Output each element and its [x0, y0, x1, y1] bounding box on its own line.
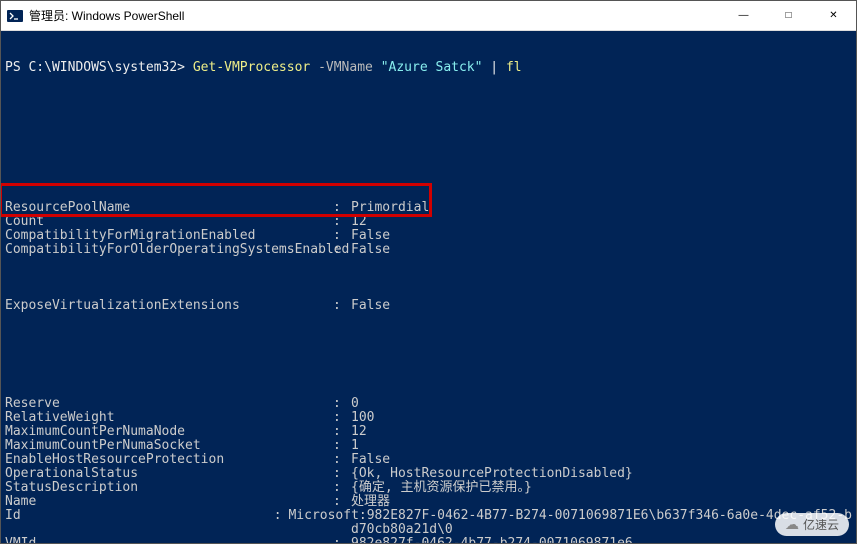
powershell-window: 管理员: Windows PowerShell — □ ✕ PS C:\WIND…: [0, 0, 857, 544]
cloud-icon: ☁: [785, 516, 799, 533]
output-value: {确定, 主机资源保护已禁用。}: [351, 481, 532, 495]
output-key: Name: [5, 495, 333, 509]
output-value: 100: [351, 411, 374, 425]
output-key: RelativeWeight: [5, 411, 333, 425]
output-key: CompatibilityForMigrationEnabled: [5, 229, 333, 243]
output-row: StatusDescription:{确定, 主机资源保护已禁用。}: [5, 481, 852, 495]
output-row: RelativeWeight:100: [5, 411, 852, 425]
close-button[interactable]: ✕: [811, 1, 856, 30]
output-row: d70cb80a21d\0: [5, 523, 852, 537]
output-key: StatusDescription: [5, 481, 333, 495]
output-row: EnableHostResourceProtection:False: [5, 453, 852, 467]
prompt-line-1: PS C:\WINDOWS\system32> Get-VMProcessor …: [5, 61, 852, 75]
window-controls: — □ ✕: [721, 1, 856, 30]
output-row: VMId:982e827f-0462-4b77-b274-0071069871e…: [5, 537, 852, 543]
output-value: 982e827f-0462-4b77-b274-0071069871e6: [351, 537, 633, 543]
output-row: ResourcePoolName:Primordial: [5, 201, 852, 215]
output-row: CompatibilityForMigrationEnabled:False: [5, 229, 852, 243]
output-row: Reserve:0: [5, 397, 852, 411]
output-value: 12: [351, 425, 367, 439]
output-row: Name:处理器: [5, 495, 852, 509]
powershell-icon: [7, 8, 23, 24]
output-value: False: [351, 229, 390, 243]
terminal-area[interactable]: PS C:\WINDOWS\system32> Get-VMProcessor …: [1, 31, 856, 543]
output-key: VMId: [5, 537, 333, 543]
output-row: CompatibilityForOlderOperatingSystemsEna…: [5, 243, 852, 257]
output-value: d70cb80a21d\0: [351, 523, 453, 537]
output-key: ExposeVirtualizationExtensions: [5, 299, 333, 313]
output-key: EnableHostResourceProtection: [5, 453, 333, 467]
output-key: Reserve: [5, 397, 333, 411]
output-value: Primordial: [351, 201, 429, 215]
output-key: OperationalStatus: [5, 467, 333, 481]
cmdlet-name: Get-VMProcessor: [193, 60, 310, 75]
output-key: Count: [5, 215, 333, 229]
output-value: False: [351, 243, 390, 257]
output-row: Id:Microsoft:982E827F-0462-4B77-B274-007…: [5, 509, 852, 523]
output-value: 12: [351, 215, 367, 229]
output-key: MaximumCountPerNumaSocket: [5, 439, 333, 453]
minimize-button[interactable]: —: [721, 1, 766, 30]
output-value: False: [351, 453, 390, 467]
maximize-button[interactable]: □: [766, 1, 811, 30]
output-key: CompatibilityForOlderOperatingSystemsEna…: [5, 243, 333, 257]
output-value: 1: [351, 439, 359, 453]
output-row-highlighted: ExposeVirtualizationExtensions:False: [5, 299, 852, 313]
output-value: False: [351, 299, 390, 313]
param-flag: -VMName: [318, 60, 373, 75]
output-row: Count:12: [5, 215, 852, 229]
output-value: Microsoft:982E827F-0462-4B77-B274-007106…: [288, 509, 852, 523]
pipe-symbol: |: [490, 60, 498, 75]
output-key: ResourcePoolName: [5, 201, 333, 215]
output-row: OperationalStatus:{Ok, HostResourceProte…: [5, 467, 852, 481]
watermark: ☁ 亿速云: [775, 513, 849, 536]
param-value: "Azure Satck": [381, 60, 483, 75]
prompt-path: PS C:\WINDOWS\system32>: [5, 60, 185, 75]
window-title: 管理员: Windows PowerShell: [29, 7, 721, 24]
fl-cmdlet: fl: [506, 60, 522, 75]
output-row: MaximumCountPerNumaNode:12: [5, 425, 852, 439]
output-key: MaximumCountPerNumaNode: [5, 425, 333, 439]
output-key: Id: [5, 509, 274, 523]
output-value: 0: [351, 397, 359, 411]
output-row: MaximumCountPerNumaSocket:1: [5, 439, 852, 453]
titlebar[interactable]: 管理员: Windows PowerShell — □ ✕: [1, 1, 856, 31]
watermark-text: 亿速云: [803, 516, 839, 533]
output-value: 处理器: [351, 495, 390, 509]
output-key: [5, 523, 333, 537]
output-value: {Ok, HostResourceProtectionDisabled}: [351, 467, 633, 481]
